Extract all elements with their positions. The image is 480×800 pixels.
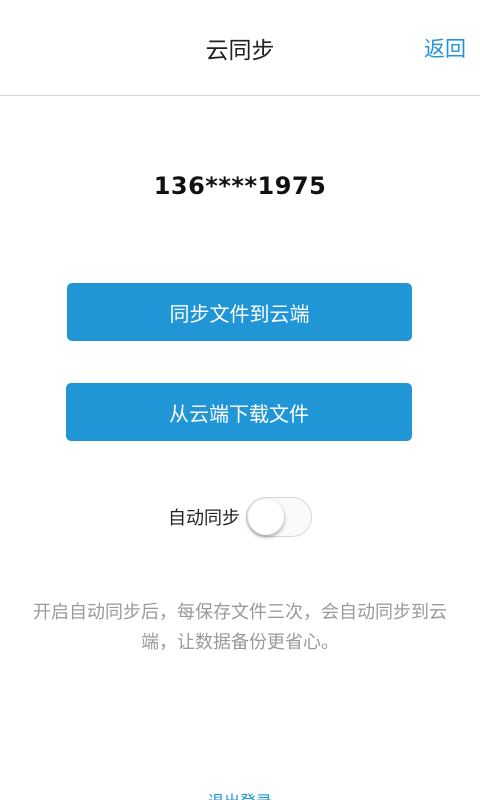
upload-to-cloud-button[interactable]: 同步文件到云端 [67, 283, 412, 341]
auto-sync-label: 自动同步 [168, 508, 240, 529]
download-from-cloud-button[interactable]: 从云端下载文件 [66, 383, 412, 441]
account-phone: 136****1975 [153, 172, 327, 200]
logout-link[interactable]: 退出登录 [0, 788, 480, 800]
nav-bar: 云同步 返回 [0, 0, 480, 96]
cloud-sync-screen: 云同步 返回 136****1975 同步文件到云端 从云端下载文件 自动同步 … [0, 0, 480, 800]
auto-sync-hint: 开启自动同步后，每保存文件三次，会自动同步到云端，让数据备份更省心。 [33, 602, 447, 653]
page-title: 云同步 [205, 38, 275, 64]
toggle-knob [248, 499, 284, 535]
auto-sync-row: 自动同步 [0, 496, 480, 538]
auto-sync-toggle[interactable] [246, 497, 312, 537]
download-from-cloud-label: 从云端下载文件 [169, 401, 309, 426]
upload-to-cloud-label: 同步文件到云端 [169, 301, 310, 326]
back-button[interactable]: 返回 [424, 33, 466, 63]
